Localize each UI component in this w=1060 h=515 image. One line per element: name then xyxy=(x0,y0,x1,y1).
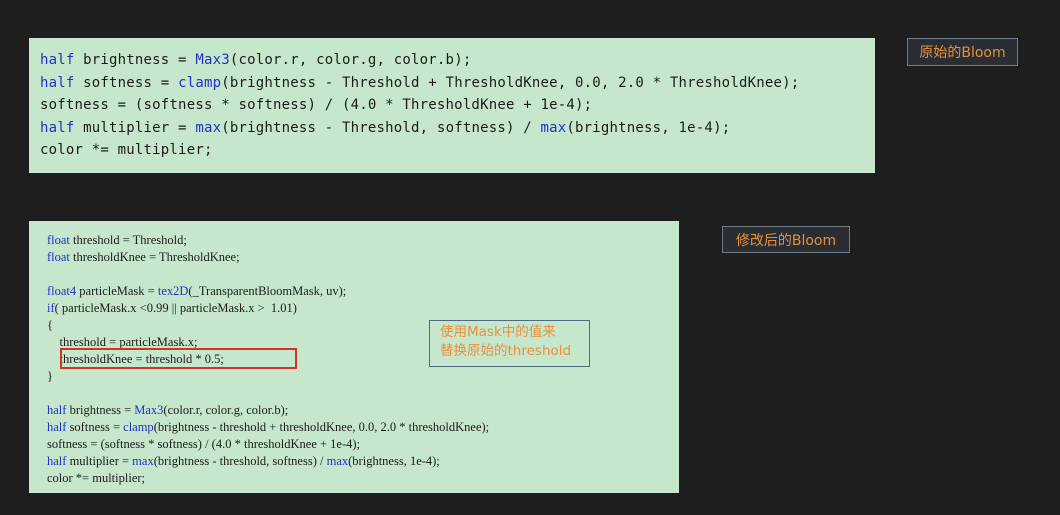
code-text: brightness = xyxy=(74,52,196,68)
code-text: (color.r, color.g, color.b); xyxy=(229,52,472,68)
code-text: } xyxy=(47,369,53,383)
code-text: softness = xyxy=(74,74,179,91)
code-text: { xyxy=(47,318,53,332)
code-text: thresholdKnee = ThresholdKnee; xyxy=(69,250,240,264)
code-text: (brightness - threshold + thresholdKnee,… xyxy=(153,420,490,434)
code-keyword: half xyxy=(47,454,67,468)
code-text: multiplier = xyxy=(66,454,133,468)
code-function: max xyxy=(326,454,349,468)
code-text: (_TransparentBloomMask, uv); xyxy=(188,284,347,298)
code-function: clamp xyxy=(178,74,222,91)
code-text: (brightness, 1e-4); xyxy=(348,454,440,468)
callout-line-2: 替换原始的threshold xyxy=(440,343,572,359)
code-keyword: half xyxy=(47,403,67,417)
callout-line-1: 使用Mask中的值来 xyxy=(440,324,556,340)
code-keyword: float xyxy=(47,250,70,264)
modified-code-line: float4 particleMask = tex2D(_Transparent… xyxy=(47,283,679,300)
original-code-line: softness = (softness * softness) / (4.0 … xyxy=(40,94,875,117)
modified-code-line: half softness = clamp(brightness - thres… xyxy=(47,419,679,436)
original-code-line: color *= multiplier; xyxy=(40,139,875,162)
code-function: max xyxy=(132,454,154,468)
code-text: color *= multiplier; xyxy=(40,142,213,158)
original-bloom-label-text: 原始的Bloom xyxy=(919,45,1006,61)
code-text: (brightness - Threshold + ThresholdKnee,… xyxy=(221,74,800,91)
modified-bloom-label: 修改后的Bloom xyxy=(722,226,850,253)
code-text: softness = xyxy=(66,420,124,434)
code-function: clamp xyxy=(123,420,154,434)
original-bloom-label: 原始的Bloom xyxy=(907,38,1018,66)
code-text: threshold = Threshold; xyxy=(69,233,187,247)
modified-code-line: half multiplier = max(brightness - thres… xyxy=(47,453,679,470)
modified-code-line: float threshold = Threshold; xyxy=(47,232,679,249)
code-keyword: if xyxy=(47,301,55,315)
code-function: max xyxy=(540,119,567,136)
modified-code-line: float thresholdKnee = ThresholdKnee; xyxy=(47,249,679,266)
original-code-line: half softness = clamp(brightness - Thres… xyxy=(40,72,875,95)
code-text: multiplier = xyxy=(74,119,196,136)
modified-code-line: softness = (softness * softness) / (4.0 … xyxy=(47,436,679,453)
code-text: (color.r, color.g, color.b); xyxy=(163,403,289,417)
code-text: softness = (softness * softness) / (4.0 … xyxy=(40,97,593,113)
modified-code-line: } xyxy=(47,368,679,385)
modified-code-line: if( particleMask.x <0.99 || particleMask… xyxy=(47,300,679,317)
code-keyword: float xyxy=(47,233,70,247)
code-text: (brightness, 1e-4); xyxy=(566,119,731,136)
original-bloom-code-block: half brightness = Max3(color.r, color.g,… xyxy=(29,38,875,173)
code-function: Max3 xyxy=(134,403,164,417)
code-text: particleMask = xyxy=(76,284,158,298)
code-text: threshold = particleMask.x; xyxy=(47,335,198,349)
code-function: Max3 xyxy=(195,52,230,68)
code-keyword: half xyxy=(40,119,75,136)
modified-code-line: color *= multiplier; xyxy=(47,470,679,487)
code-text: ( particleMask.x <0.99 || particleMask.x… xyxy=(54,301,297,315)
original-code-line: half multiplier = max(brightness - Thres… xyxy=(40,117,875,140)
code-function: tex2D xyxy=(157,284,189,298)
code-keyword: half xyxy=(47,420,67,434)
modified-bloom-label-text: 修改后的Bloom xyxy=(735,232,837,249)
original-code-line: half brightness = Max3(color.r, color.g,… xyxy=(40,49,875,72)
code-function: max xyxy=(195,119,222,136)
code-text: color *= multiplier; xyxy=(47,471,146,485)
mask-threshold-callout: 使用Mask中的值来 替换原始的threshold xyxy=(429,320,590,367)
code-keyword: float4 xyxy=(47,284,77,298)
code-keyword: half xyxy=(40,74,75,91)
modified-code-line xyxy=(47,266,679,283)
code-keyword: half xyxy=(40,52,75,68)
modified-code-line: half brightness = Max3(color.r, color.g,… xyxy=(47,402,679,419)
code-text: (brightness - Threshold, softness) / xyxy=(221,119,541,136)
code-text: (brightness - threshold, softness) / xyxy=(153,454,327,468)
code-text: brightness = xyxy=(66,403,135,417)
threshold-knee-highlight-box xyxy=(60,348,297,369)
code-text: softness = (softness * softness) / (4.0 … xyxy=(47,437,361,451)
modified-code-line xyxy=(47,385,679,402)
